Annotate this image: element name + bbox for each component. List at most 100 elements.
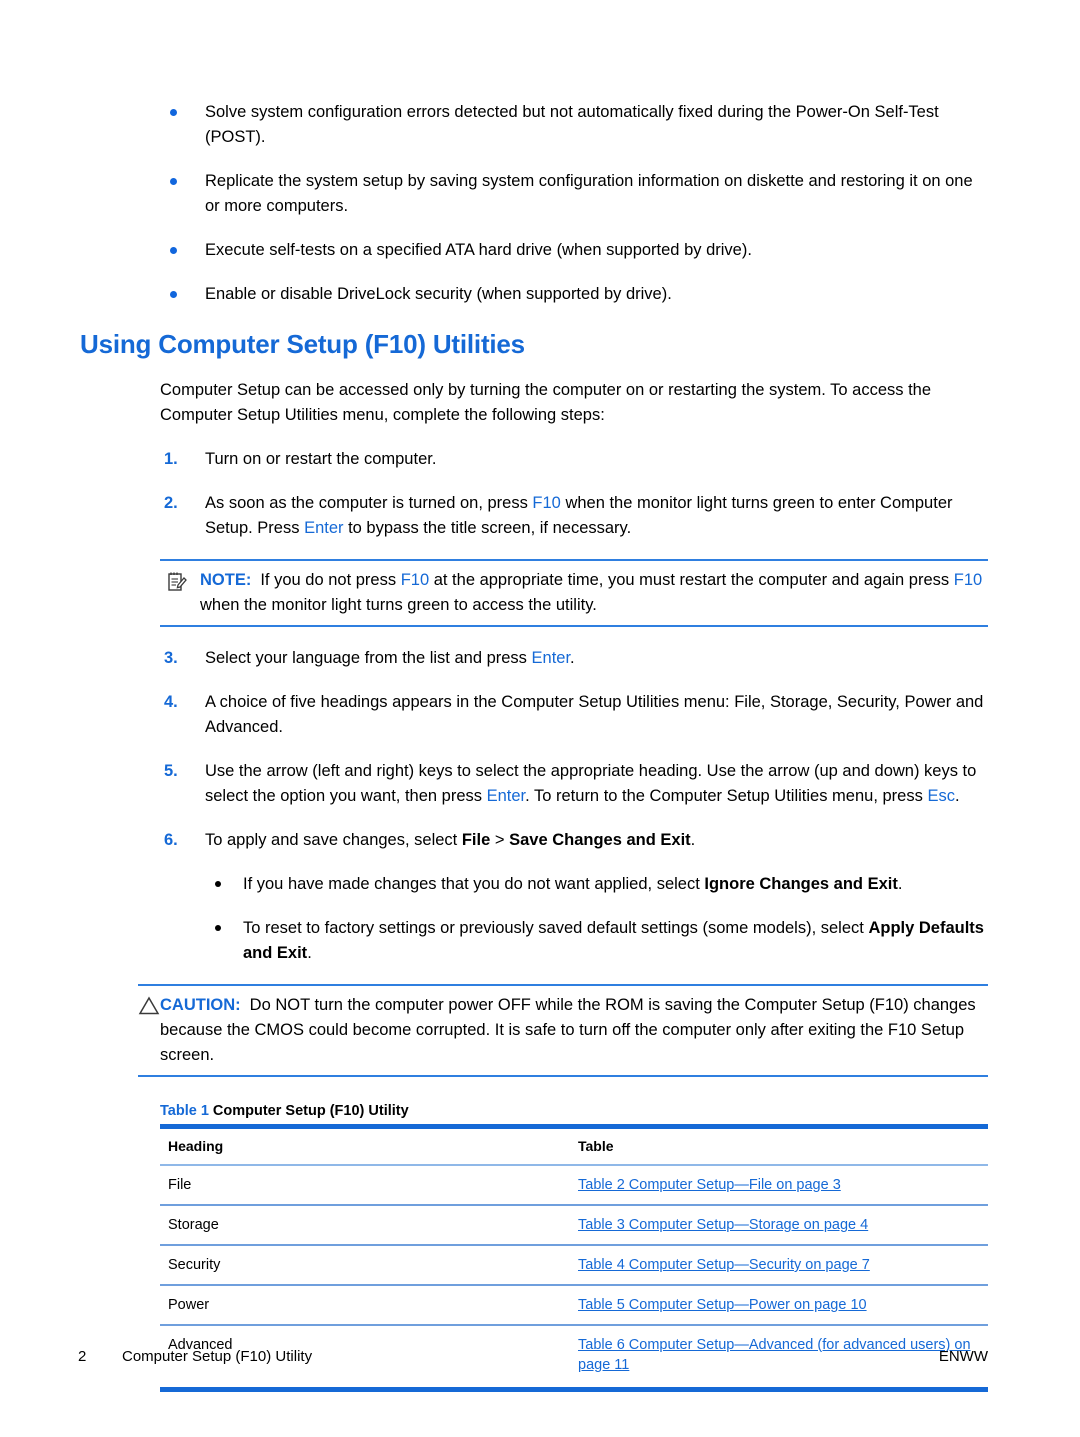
step-number: 1. <box>164 450 178 468</box>
list-item: Replicate the system setup by saving sys… <box>160 169 988 219</box>
note-label: NOTE: <box>200 571 252 589</box>
bullet-text: Replicate the system setup by saving sys… <box>205 172 973 215</box>
bullet-text: Execute self-tests on a specified ATA ha… <box>205 241 752 259</box>
cell-table-link: Table 2 Computer Setup—File on page 3 <box>570 1165 988 1206</box>
table-link-file[interactable]: Table 2 Computer Setup—File on page 3 <box>578 1177 841 1193</box>
cell-heading: Security <box>160 1245 570 1286</box>
table-header: Heading Table <box>160 1124 988 1166</box>
intro-paragraph: Computer Setup can be accessed only by t… <box>160 381 932 424</box>
bullet-text: Enable or disable DriveLock security (wh… <box>205 285 672 303</box>
menu-path-save-changes-and-exit: Save Changes and Exit <box>509 831 691 849</box>
step-text-a: As soon as the computer is turned on, pr… <box>205 494 533 512</box>
sub-bullet-text-b: . <box>897 875 903 893</box>
column-header-table: Table <box>570 1124 988 1166</box>
key-f10: F10 <box>532 494 561 512</box>
key-f10: F10 <box>400 571 430 589</box>
column-header-heading: Heading <box>160 1124 570 1166</box>
key-enter: Enter <box>486 787 526 805</box>
menu-path-file: File <box>461 831 491 849</box>
caution-body: CAUTION: Do NOT turn the computer power O… <box>138 993 988 1068</box>
list-item: If you have made changes that you do not… <box>205 872 988 897</box>
list-item: Solve system configuration errors detect… <box>160 100 988 150</box>
table-link-power[interactable]: Table 5 Computer Setup—Power on page 10 <box>578 1297 867 1313</box>
bullet-dot-icon <box>215 925 221 931</box>
cell-table-link: Table 3 Computer Setup—Storage on page 4 <box>570 1205 988 1246</box>
document-page: Solve system configuration errors detect… <box>0 0 1080 1437</box>
note-body: NOTE: If you do not press F10 at the appr… <box>160 568 988 618</box>
step-text-b: . <box>570 649 575 667</box>
feature-bullet-list: Solve system configuration errors detect… <box>160 100 988 307</box>
page-content: Solve system configuration errors detect… <box>80 100 988 1392</box>
bullet-dot-icon <box>215 881 221 887</box>
step-text-c: . <box>690 831 696 849</box>
note-icon <box>166 571 188 593</box>
list-item: Enable or disable DriveLock security (wh… <box>160 282 988 307</box>
table-caption: Table 1 Computer Setup (F10) Utility <box>160 1103 988 1119</box>
procedure-step-list: 1. Turn on or restart the computer. 2. A… <box>160 447 988 541</box>
bullet-text: Solve system configuration errors detect… <box>205 103 939 146</box>
sub-bullet-text-b: . <box>307 944 312 962</box>
cell-table-link: Table 6 Computer Setup—Advanced (for adv… <box>570 1325 988 1392</box>
sub-bullet-text-a: To reset to factory settings or previous… <box>243 919 869 937</box>
step-number: 3. <box>164 649 178 667</box>
step-item-3: 3. Select your language from the list an… <box>160 646 988 671</box>
cell-heading: Power <box>160 1285 570 1326</box>
caution-admonition: CAUTION: Do NOT turn the computer power O… <box>138 984 988 1077</box>
step-number: 4. <box>164 693 178 711</box>
table-row: Storage Table 3 Computer Setup—Storage o… <box>160 1205 988 1246</box>
step-text: A choice of five headings appears in the… <box>205 693 984 736</box>
step-text-b: . To return to the Computer Setup Utilit… <box>525 787 928 805</box>
step-number: 6. <box>164 831 178 849</box>
bullet-dot-icon <box>170 291 177 298</box>
key-enter: Enter <box>304 519 344 537</box>
step-item-5: 5. Use the arrow (left and right) keys t… <box>160 759 988 809</box>
table-row: Security Table 4 Computer Setup—Security… <box>160 1245 988 1286</box>
step-text-a: Select your language from the list and p… <box>205 649 532 667</box>
table-caption-title: Computer Setup (F10) Utility <box>212 1103 409 1119</box>
note-text-c: when the monitor light turns green to ac… <box>200 596 597 614</box>
step-text-c: . <box>954 787 960 805</box>
procedure-step-list-continued: 3. Select your language from the list an… <box>160 646 988 853</box>
caution-label: CAUTION: <box>160 996 241 1014</box>
table-header-row: Heading Table <box>160 1124 988 1166</box>
footer-page-number: 2 <box>78 1348 87 1365</box>
note-text-a: If you do not press <box>260 571 401 589</box>
step-item-2: 2. As soon as the computer is turned on,… <box>160 491 988 541</box>
table-link-advanced[interactable]: Table 6 Computer Setup—Advanced (for adv… <box>578 1337 971 1373</box>
step-text-a: To apply and save changes, select <box>205 831 462 849</box>
cell-heading: Storage <box>160 1205 570 1246</box>
table-caption-number: Table 1 <box>160 1103 209 1119</box>
step-6-sub-list: If you have made changes that you do not… <box>205 872 988 966</box>
bullet-dot-icon <box>170 247 177 254</box>
cell-table-link: Table 4 Computer Setup—Security on page … <box>570 1245 988 1286</box>
bullet-dot-icon <box>170 109 177 116</box>
bullet-dot-icon <box>170 178 177 185</box>
key-f10: F10 <box>953 571 983 589</box>
warning-triangle-icon <box>138 995 160 1017</box>
note-text-b: at the appropriate time, you must restar… <box>429 571 954 589</box>
table-row: Power Table 5 Computer Setup—Power on pa… <box>160 1285 988 1326</box>
menu-path-ignore-changes-and-exit: Ignore Changes and Exit <box>704 875 898 893</box>
key-esc: Esc <box>927 787 955 805</box>
note-admonition: NOTE: If you do not press F10 at the appr… <box>160 559 988 627</box>
cell-table-link: Table 5 Computer Setup—Power on page 10 <box>570 1285 988 1326</box>
step-text-b: > <box>490 831 510 849</box>
key-enter: Enter <box>531 649 571 667</box>
table-link-security[interactable]: Table 4 Computer Setup—Security on page … <box>578 1257 870 1273</box>
table-link-storage[interactable]: Table 3 Computer Setup—Storage on page 4 <box>578 1217 868 1233</box>
step-item-1: 1. Turn on or restart the computer. <box>160 447 988 472</box>
step-6-sub-list-wrapper: If you have made changes that you do not… <box>205 872 988 966</box>
step-number: 5. <box>164 762 178 780</box>
footer-title: Computer Setup (F10) Utility <box>122 1348 313 1365</box>
table-row: File Table 2 Computer Setup—File on page… <box>160 1165 988 1206</box>
sub-bullet-text-a: If you have made changes that you do not… <box>243 875 705 893</box>
step-number: 2. <box>164 494 178 512</box>
cell-heading: File <box>160 1165 570 1206</box>
list-item: To reset to factory settings or previous… <box>205 916 988 966</box>
page-title: Using Computer Setup (F10) Utilities <box>80 329 525 359</box>
step-text: Turn on or restart the computer. <box>205 450 437 468</box>
step-item-6: 6. To apply and save changes, select Fil… <box>160 828 988 853</box>
caution-text: Do NOT turn the computer power OFF while… <box>160 996 976 1064</box>
list-item: Execute self-tests on a specified ATA ha… <box>160 238 988 263</box>
footer-locale-code: ENWW <box>938 1348 988 1365</box>
